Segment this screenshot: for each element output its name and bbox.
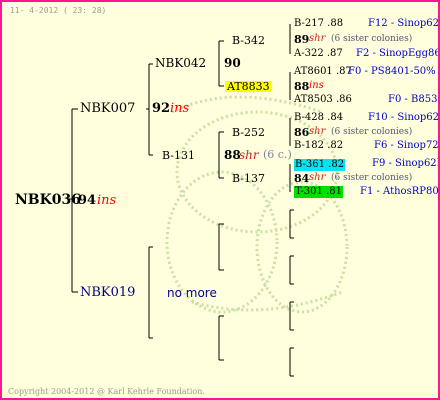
g5-b1-note: (6 sister colonies) xyxy=(331,127,413,137)
g5-a2-sire-line: F0 - PS8401-50% xyxy=(348,66,436,77)
g5-a2-number: 88 xyxy=(294,80,310,93)
g5-b2-sire-line: F9 - Sinop62R xyxy=(372,158,440,169)
copyright-footer: Copyright 2004-2012 @ Karl Kehrle Founda… xyxy=(8,387,205,396)
g5-b1-number: 86 xyxy=(294,126,310,139)
g4-b1-name[interactable]: B-252 xyxy=(232,127,265,138)
g5-b1-dam[interactable]: B-182 .82 xyxy=(294,141,343,151)
dam-no-more-note: no more xyxy=(167,286,217,300)
g5-b1-dam-line: F6 - Sinop72R xyxy=(374,140,440,151)
pedigree-panel: 11- 4-2012 ( 23: 28) NBK036 94 ins NBK00… xyxy=(0,0,440,400)
g5-a1-sire-line: F12 - Sinop62R xyxy=(368,18,440,29)
root-queen-suffix: ins xyxy=(97,193,117,208)
g5-a1-note: (6 sister colonies) xyxy=(331,34,413,44)
sire-number: 92 xyxy=(152,101,171,116)
g3-b-name[interactable]: B-131 xyxy=(162,150,195,161)
g5-b1-suffix: shr xyxy=(309,126,326,137)
g3-b-suffix: shr xyxy=(239,148,259,162)
g5-b2-note: (6 sister colonies) xyxy=(331,173,413,183)
g5-b2-number: 84 xyxy=(294,172,310,185)
g5-a2-dam-line: F0 - B8537 xyxy=(388,94,440,105)
g5-b2-suffix: shr xyxy=(309,172,326,183)
sire-suffix: ins xyxy=(170,101,190,116)
root-queen-name[interactable]: NBK036 xyxy=(15,193,81,207)
g4-a1-name[interactable]: B-342 xyxy=(232,35,265,46)
g5-a1-sire[interactable]: B-217 .88 xyxy=(294,19,343,29)
g3-a-name[interactable]: NBK042 xyxy=(155,57,206,69)
g5-b1-sire-line: F10 - Sinop62R xyxy=(368,112,440,123)
g4-a2-name[interactable]: AT8833 xyxy=(225,81,272,92)
g3-b-note: (6 c.) xyxy=(263,148,292,161)
g5-a1-suffix: shr xyxy=(309,33,326,44)
dam-name[interactable]: NBK019 xyxy=(80,286,135,299)
g5-b2-sire[interactable]: B-361 .82 xyxy=(294,159,346,171)
g4-b2-name[interactable]: B-137 xyxy=(232,173,265,184)
g5-a1-dam[interactable]: A-322 .87 xyxy=(294,49,343,59)
g5-a2-sire[interactable]: AT8601 .87 xyxy=(294,67,352,77)
sire-name[interactable]: NBK007 xyxy=(80,102,135,115)
g5-b2-dam[interactable]: T-301 .81 xyxy=(294,186,343,198)
g5-a2-suffix: ins xyxy=(309,80,324,91)
g5-a2-dam[interactable]: AT8503 .86 xyxy=(294,95,352,105)
g5-b2-dam-line: F1 - AthosRP80R xyxy=(360,186,440,197)
g5-b1-sire[interactable]: B-428 .84 xyxy=(294,113,343,123)
g5-a1-dam-line: F2 - SinopEgg86R xyxy=(356,48,440,59)
root-queen-number: 94 xyxy=(78,193,97,208)
g5-a1-number: 89 xyxy=(294,33,310,46)
g3-a-number: 90 xyxy=(224,56,241,70)
